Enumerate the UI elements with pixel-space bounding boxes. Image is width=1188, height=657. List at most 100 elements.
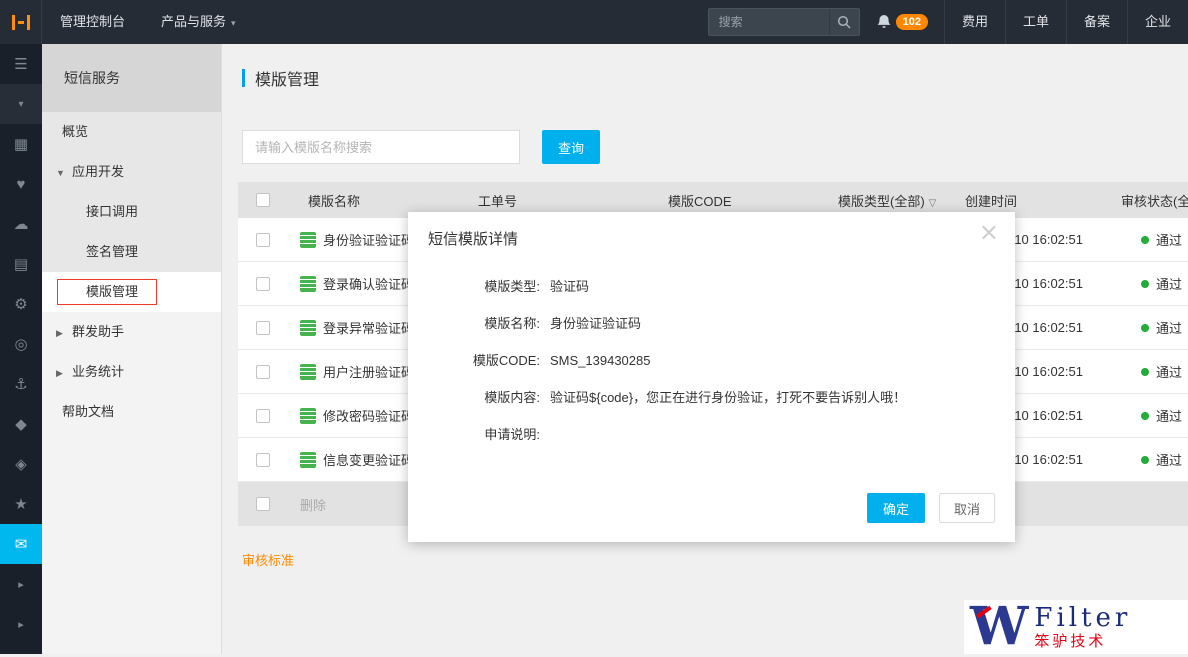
notification-count-badge: 102 xyxy=(896,14,928,30)
sidebar-item-signature-mgmt[interactable]: 签名管理 xyxy=(42,232,221,272)
sms-chat-icon[interactable]: ✉ xyxy=(0,524,42,564)
row-checkbox[interactable] xyxy=(256,277,270,291)
col-header-status: 审核状态(全部 xyxy=(1113,191,1188,210)
template-doc-icon xyxy=(300,232,316,248)
anchor-icon[interactable]: ⚓ xyxy=(0,364,42,404)
status-label: 通过 xyxy=(1156,406,1182,425)
field-label-remark: 申请说明: xyxy=(408,423,540,447)
status-dot-icon xyxy=(1141,456,1149,464)
modal-title: 短信模版详情 xyxy=(408,212,1015,249)
status-dot-icon xyxy=(1141,368,1149,376)
notifications[interactable]: 102 xyxy=(876,14,928,30)
page-title: 模版管理 xyxy=(255,66,319,90)
status-dot-icon xyxy=(1141,236,1149,244)
aliyun-logo-icon xyxy=(12,15,30,30)
sidebar-item-label: 应用开发 xyxy=(72,164,124,179)
delete-button[interactable]: 删除 xyxy=(300,495,326,514)
sidebar-item-mass-send[interactable]: ▶群发助手 xyxy=(42,312,221,352)
watermark-logo: W Filter 笨驴技术 xyxy=(964,600,1188,654)
template-doc-icon xyxy=(300,320,316,336)
title-accent-bar xyxy=(242,69,245,87)
row-checkbox[interactable] xyxy=(256,409,270,423)
filter-icon[interactable]: ▽ xyxy=(929,198,937,209)
col-header-type[interactable]: 模版类型(全部)▽ xyxy=(828,191,953,210)
template-name[interactable]: 登录确认验证码 xyxy=(323,274,414,293)
status-label: 通过 xyxy=(1156,274,1182,293)
audit-standards-link[interactable]: 审核标准 xyxy=(242,550,294,569)
template-name[interactable]: 登录异常验证码 xyxy=(323,318,414,337)
page-header: 模版管理 xyxy=(222,44,1188,112)
layers-icon[interactable]: ▤ xyxy=(0,244,42,284)
row-checkbox[interactable] xyxy=(256,321,270,335)
cancel-button[interactable]: 取消 xyxy=(939,493,995,523)
favorites-icon[interactable]: ♥ xyxy=(0,164,42,204)
chevron-right-icon[interactable]: ▸ xyxy=(0,564,42,604)
monitor-icon[interactable]: ◎ xyxy=(0,324,42,364)
template-doc-icon xyxy=(300,276,316,292)
status-label: 通过 xyxy=(1156,230,1182,249)
row-checkbox[interactable] xyxy=(256,365,270,379)
field-label-name: 模版名称: xyxy=(408,312,540,336)
diamond-icon[interactable]: ◈ xyxy=(0,444,42,484)
cloud-icon[interactable]: ☁ xyxy=(0,204,42,244)
chevron-right-icon-2[interactable]: ▸ xyxy=(0,604,42,644)
field-label-code: 模版CODE: xyxy=(408,349,540,373)
template-doc-icon xyxy=(300,452,316,468)
logo-box[interactable] xyxy=(0,0,42,44)
topbar-link-filing[interactable]: 备案 xyxy=(1066,0,1127,44)
field-label-type: 模版类型: xyxy=(408,275,540,299)
template-detail-modal: 短信模版详情 × 模版类型: 验证码 模版名称: 身份验证验证码 模版CODE:… xyxy=(408,212,1015,542)
topbar-search-input[interactable] xyxy=(709,15,829,29)
products-grid-icon[interactable]: ▦ xyxy=(0,124,42,164)
sidebar-item-business-stats[interactable]: ▶业务统计 xyxy=(42,352,221,392)
icon-rail: ☰ ▾ ▦ ♥ ☁ ▤ ⚙ ◎ ⚓ ◆ ◈ ★ ✉ ▸ ▸ xyxy=(0,44,42,654)
col-header-name: 模版名称 xyxy=(288,191,468,210)
template-name[interactable]: 修改密码验证码 xyxy=(323,406,414,425)
delete-checkbox[interactable] xyxy=(256,497,270,511)
search-icon[interactable] xyxy=(829,9,859,35)
select-all-checkbox[interactable] xyxy=(256,193,270,207)
security-icon[interactable]: ◆ xyxy=(0,404,42,444)
close-icon[interactable]: × xyxy=(979,220,999,244)
sidebar-item-api-call[interactable]: 接口调用 xyxy=(42,192,221,232)
collapse-caret-icon[interactable]: ▾ xyxy=(0,84,42,124)
sidebar-item-label: 概览 xyxy=(62,124,88,139)
topbar-link-enterprise[interactable]: 企业 xyxy=(1127,0,1188,44)
menu-icon[interactable]: ☰ xyxy=(0,44,42,84)
row-checkbox[interactable] xyxy=(256,233,270,247)
status-dot-icon xyxy=(1141,280,1149,288)
confirm-button[interactable]: 确定 xyxy=(867,493,925,523)
sidebar-item-app-dev[interactable]: ▼ 应用开发 xyxy=(42,152,221,192)
sidebar-item-label: 群发助手 xyxy=(72,324,124,339)
field-value-type: 验证码 xyxy=(550,275,589,299)
template-name[interactable]: 用户注册验证码 xyxy=(323,362,414,381)
template-name[interactable]: 身份验证验证码 xyxy=(323,230,414,249)
sidebar-item-label: 模版管理 xyxy=(86,284,138,299)
topbar: 管理控制台 产品与服务▾ 102 费用 工单 备案 企业 xyxy=(0,0,1188,44)
watermark-letter: W xyxy=(970,602,1028,652)
settings-gear-icon[interactable]: ⚙ xyxy=(0,284,42,324)
sidebar-item-template-mgmt[interactable]: 模版管理 xyxy=(42,272,221,312)
topbar-link-tickets[interactable]: 工单 xyxy=(1005,0,1066,44)
sidebar-item-label: 帮助文档 xyxy=(62,404,114,419)
topbar-link-billing[interactable]: 费用 xyxy=(944,0,1005,44)
field-value-code: SMS_139430285 xyxy=(550,349,650,373)
sidebar-item-overview[interactable]: 概览 xyxy=(42,112,221,152)
template-search-input[interactable] xyxy=(242,130,520,164)
template-name[interactable]: 信息变更验证码 xyxy=(323,450,414,469)
field-value-content: 验证码${code}，您正在进行身份验证，打死不要告诉别人哦！ xyxy=(550,386,906,410)
status-label: 通过 xyxy=(1156,318,1182,337)
field-value-name: 身份验证验证码 xyxy=(550,312,641,336)
chevron-down-icon: ▼ xyxy=(56,153,66,193)
template-search-row: 查询 xyxy=(222,130,1188,164)
row-checkbox[interactable] xyxy=(256,453,270,467)
sidebar-item-help-docs[interactable]: 帮助文档 xyxy=(42,392,221,432)
products-menu[interactable]: 产品与服务▾ xyxy=(143,0,254,44)
sidebar: 短信服务 概览 ▼应用开发 接口调用 签名管理 模版管理 ▶群发助手 ▶业务统计… xyxy=(42,44,222,654)
status-dot-icon xyxy=(1141,324,1149,332)
status-dot-icon xyxy=(1141,412,1149,420)
query-button[interactable]: 查询 xyxy=(542,130,600,164)
chevron-right-icon: ▶ xyxy=(56,353,66,393)
star-icon[interactable]: ★ xyxy=(0,484,42,524)
console-home-link[interactable]: 管理控制台 xyxy=(42,0,143,44)
